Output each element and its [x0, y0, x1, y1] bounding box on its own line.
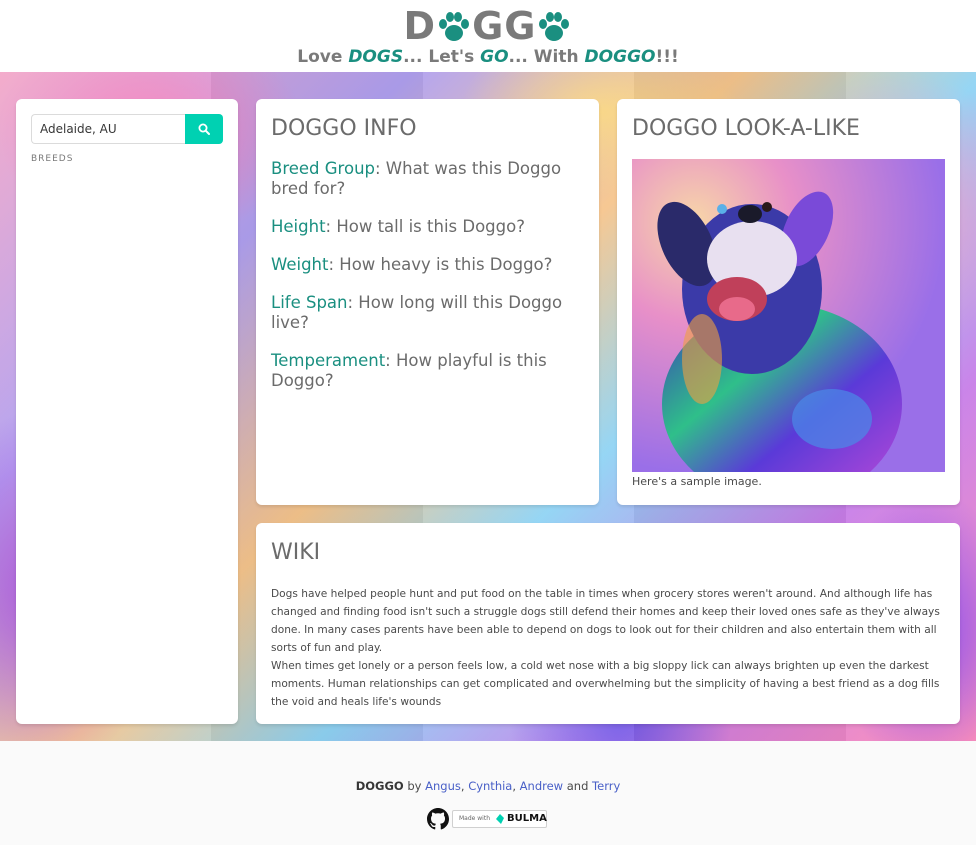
info-key: Height — [271, 217, 326, 236]
footer: DOGGO by Angus, Cynthia, Andrew and Terr… — [0, 741, 976, 845]
info-text: : How heavy is this Doggo? — [328, 255, 553, 274]
made-with-bulma-badge[interactable]: Made with BULMA — [452, 810, 547, 828]
search-icon — [198, 123, 210, 135]
tagline-text: ... Let's — [403, 47, 481, 67]
wiki-paragraph: Dogs have helped people hunt and put foo… — [271, 588, 940, 654]
tagline-text: ... With — [508, 47, 585, 67]
logo-letter-d: D — [403, 4, 437, 48]
author-link-andrew[interactable]: Andrew — [520, 779, 563, 793]
logo-letters-gg: GG — [472, 4, 537, 48]
github-icon[interactable] — [427, 808, 449, 830]
info-item-weight: Weight: How heavy is this Doggo? — [271, 255, 581, 275]
credits: DOGGO by Angus, Cynthia, Andrew and Terr… — [0, 779, 976, 793]
lookalike-title: DOGGO LOOK-A-LIKE — [632, 116, 860, 141]
paw-icon — [537, 9, 571, 43]
info-item-life-span: Life Span: How long will this Doggo live… — [271, 293, 581, 333]
author-link-cynthia[interactable]: Cynthia — [468, 779, 512, 793]
doggo-info-title: DOGGO INFO — [271, 116, 417, 141]
header: D GG Love DOGS... Let's GO... With DOGGO!… — [0, 0, 976, 72]
tagline-text: !!! — [655, 47, 679, 67]
breeds-label: BREEDS — [31, 154, 74, 164]
info-key: Weight — [271, 255, 329, 274]
info-key: Life Span — [271, 293, 348, 312]
logo[interactable]: D GG — [0, 4, 976, 48]
wiki-text: Dogs have helped people hunt and put foo… — [271, 585, 941, 711]
info-key: Breed Group — [271, 159, 375, 178]
location-search-input[interactable] — [31, 114, 201, 144]
footer-brand: DOGGO — [355, 779, 404, 793]
info-list: Breed Group: What was this Doggo bred fo… — [271, 159, 581, 409]
info-item-breed-group: Breed Group: What was this Doggo bred fo… — [271, 159, 581, 199]
tagline-text: Love — [297, 47, 349, 67]
search-button[interactable] — [185, 114, 223, 144]
made-with-label: Made with — [459, 815, 490, 822]
tagline-highlight: DOGS — [348, 47, 404, 67]
author-link-angus[interactable]: Angus — [425, 779, 461, 793]
dog-image — [632, 159, 945, 472]
tagline-highlight: GO — [480, 47, 509, 67]
author-link-terry[interactable]: Terry — [592, 779, 620, 793]
credits-text: and — [563, 779, 593, 793]
tagline: Love DOGS... Let's GO... With DOGGO!!! — [0, 46, 976, 68]
bulma-label: BULMA — [507, 813, 547, 824]
info-item-height: Height: How tall is this Doggo? — [271, 217, 581, 237]
info-text: : How tall is this Doggo? — [325, 217, 525, 236]
info-item-temperament: Temperament: How playful is this Doggo? — [271, 351, 581, 391]
paw-icon — [437, 9, 471, 43]
wiki-card: WIKI Dogs have helped people hunt and pu… — [256, 523, 960, 724]
info-key: Temperament — [271, 351, 386, 370]
wiki-paragraph: When times get lonely or a person feels … — [271, 660, 940, 708]
sidebar: BREEDS — [16, 99, 238, 724]
image-caption: Here's a sample image. — [632, 475, 762, 488]
credits-text: , — [512, 779, 520, 793]
doggo-info-card: DOGGO INFO Breed Group: What was this Do… — [256, 99, 599, 505]
credits-text: by — [403, 779, 426, 793]
bulma-logo-icon — [496, 814, 504, 824]
tagline-highlight: DOGGO — [584, 47, 656, 67]
wiki-title: WIKI — [271, 540, 321, 565]
doggo-lookalike-card: DOGGO LOOK-A-LIKE Here's a sample image. — [617, 99, 960, 505]
badges: Made with BULMA — [427, 808, 549, 830]
